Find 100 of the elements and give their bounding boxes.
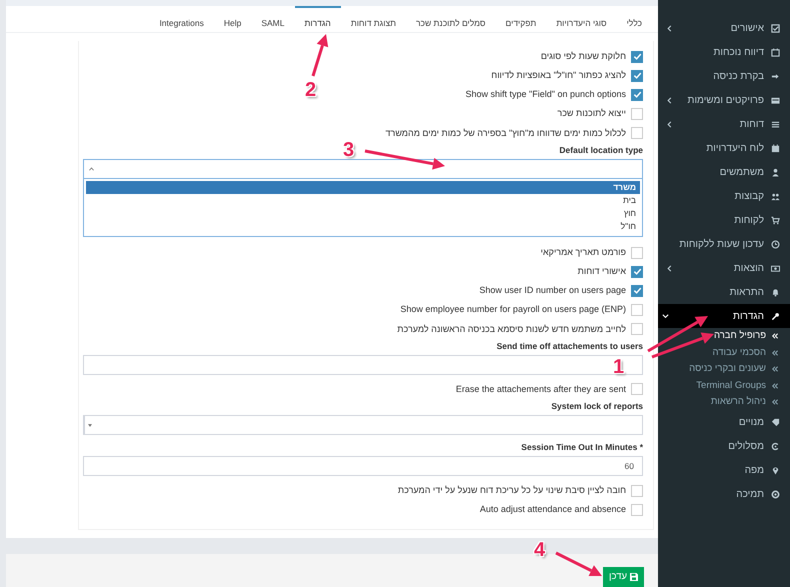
select-field[interactable] <box>83 415 643 436</box>
user-icon <box>771 168 780 176</box>
arrow <box>647 316 708 352</box>
field-label: Default location type <box>559 144 643 157</box>
field-label: Send time off attachements to users <box>496 340 643 353</box>
callout-number: 1 <box>613 357 624 377</box>
checkbox[interactable] <box>631 266 643 278</box>
checkbox-label: לכלול כמות ימים שדווחו מ"חוץ" בספירה של כמות ימים מהמשרד <box>386 126 626 140</box>
checkbox[interactable] <box>631 504 643 516</box>
chevron-icon <box>666 24 673 32</box>
calendar-icon <box>771 144 780 152</box>
submenu-item[interactable]: ניהול הרשאות <box>658 394 790 410</box>
sidebar-item[interactable]: התראות <box>658 280 790 304</box>
chevron-icon <box>666 264 673 272</box>
checkbox-label: Show shift type "Field" on punch options <box>466 88 626 102</box>
caret-icon <box>88 424 92 427</box>
sidebar-item[interactable]: מנויים <box>658 410 790 434</box>
double-chevron-icon <box>772 399 778 406</box>
checkbox[interactable] <box>631 304 643 316</box>
checkbox-label: ייצוא לתוכנות שכר <box>557 107 626 120</box>
sidebar-item[interactable]: משתמשים <box>658 160 790 184</box>
chevron-icon <box>666 120 673 128</box>
checkbox[interactable] <box>631 70 643 82</box>
dropdown-option[interactable]: בית <box>86 194 640 207</box>
callout-number: 2 <box>305 80 316 100</box>
tab[interactable]: כללי <box>616 6 652 32</box>
checkbox-label: Show employee number for payroll on users page (ENP) <box>400 303 626 316</box>
dropdown-option[interactable]: חו"ל <box>86 220 640 233</box>
sidebar-item[interactable]: מסלולים <box>658 434 790 458</box>
sidebar-item[interactable]: אישורים <box>658 16 790 40</box>
sidebar-item[interactable]: דוחות <box>658 112 790 136</box>
route-icon <box>771 442 780 451</box>
cart-icon <box>771 216 780 224</box>
checkbox-label: Show user ID number on users page <box>479 284 626 298</box>
checkbox-label: אישורי דוחות <box>578 264 626 278</box>
tab[interactable]: Help <box>214 6 252 32</box>
caret-icon <box>89 166 94 171</box>
submenu-item[interactable]: הסכמי עבודה <box>658 344 790 361</box>
checkbox-label: חובה לציין סיבת שינוי על כל עריכת דוח שנעל על ידי המערכת <box>398 484 626 497</box>
tab[interactable]: סמלים לתוכנת שכר <box>406 6 496 32</box>
dropdown-option[interactable]: משרד <box>86 180 640 194</box>
users-icon <box>771 192 780 200</box>
submenu-item[interactable]: Terminal Groups <box>658 378 790 394</box>
sidebar-item[interactable]: תמיכה <box>658 482 790 506</box>
double-chevron-icon <box>772 333 778 340</box>
tab[interactable]: תצוגת דוחות <box>340 6 406 32</box>
dropdown-option[interactable]: חוץ <box>86 206 640 220</box>
checkbox[interactable] <box>631 88 643 101</box>
checkbox[interactable] <box>631 246 643 259</box>
checkbox[interactable] <box>631 484 643 497</box>
calendar-icon <box>771 48 780 56</box>
tab[interactable]: תפקידים <box>496 6 546 32</box>
sign-in-icon <box>771 72 780 80</box>
dropdown-field[interactable] <box>83 158 643 179</box>
checkbox[interactable] <box>631 284 643 297</box>
field-label: * Session Time Out In Minutes <box>521 441 643 454</box>
sidebar-item[interactable]: בקרת כניסה <box>658 64 790 88</box>
submenu-item[interactable]: פרופיל חברה <box>658 328 790 344</box>
checkbox-icon <box>771 24 780 32</box>
tab[interactable]: Integrations <box>149 6 214 32</box>
checkbox-label: פורמט תאריך אמריקאי <box>540 246 626 259</box>
card-icon <box>771 96 780 104</box>
sidebar-item[interactable]: לוח היעדרויות <box>658 136 790 160</box>
sidebar-item[interactable]: לקוחות <box>658 208 790 232</box>
checkbox[interactable] <box>631 323 643 336</box>
tab[interactable]: SAML <box>251 6 294 32</box>
callout-number: 3 <box>343 140 354 160</box>
lifebuoy-icon <box>771 490 780 499</box>
checkbox-label: Auto adjust attendance and absence <box>480 503 626 516</box>
sidebar-item[interactable]: פרויקטים ומשימות <box>658 88 790 112</box>
bell-icon <box>771 288 780 296</box>
checkbox[interactable] <box>631 108 643 120</box>
sidebar-item[interactable]: מפה <box>658 458 790 482</box>
checkbox[interactable] <box>631 50 643 63</box>
tab[interactable]: סוגי היעדרויות <box>546 6 617 32</box>
arrow <box>312 34 328 76</box>
submenu-item[interactable]: שעונים ובקרי כניסה <box>658 361 790 378</box>
input-field[interactable] <box>83 354 643 375</box>
checkbox[interactable] <box>631 127 643 140</box>
chevron-icon <box>662 312 669 320</box>
input-field[interactable]: 60 <box>83 456 643 476</box>
arrow <box>555 552 602 576</box>
list-icon <box>771 120 780 128</box>
tab[interactable]: הגדרות <box>294 6 341 32</box>
sidebar-item[interactable]: דיווח נוכחות <box>658 40 790 64</box>
checkbox-label: לחייב משתמש חדש לשנות סיסמא בכניסה הראשונה למערכת <box>397 322 626 336</box>
sidebar-item[interactable]: קבוצות <box>658 184 790 208</box>
sidebar-item[interactable]: הוצאות <box>658 256 790 280</box>
sidebar-item[interactable]: עדכון שעות ללקוחות <box>658 232 790 256</box>
field-label: System lock of reports <box>551 400 643 414</box>
checkbox-label: להציג כפתור "חו"ל" באופציות לדיווח <box>491 69 626 82</box>
arrow <box>651 332 714 358</box>
callout-number: 4 <box>534 540 546 560</box>
chevron-icon <box>666 96 673 104</box>
checkbox[interactable] <box>631 383 643 396</box>
save-icon <box>630 573 638 581</box>
tag-icon <box>771 418 780 427</box>
checkbox-label: חלוקת שעות לפי סוגים <box>540 50 626 63</box>
wrench-icon <box>771 312 780 320</box>
clock-icon <box>771 240 780 248</box>
